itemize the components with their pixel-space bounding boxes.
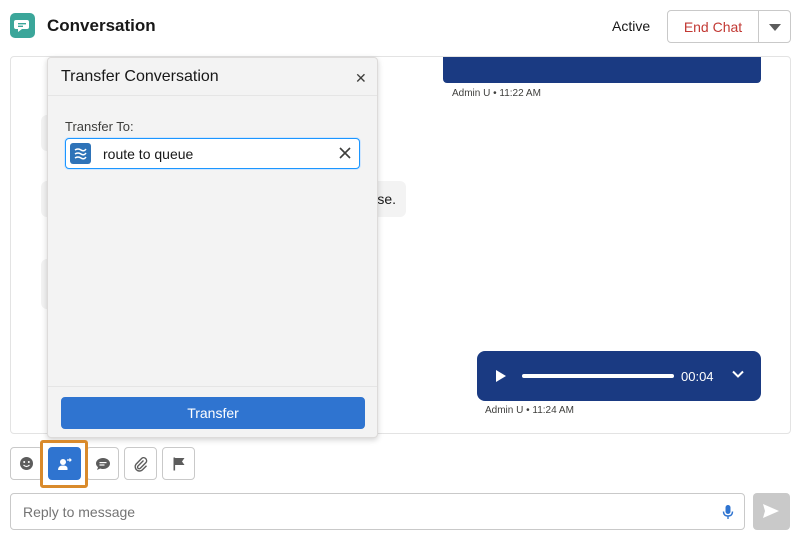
panel-header: Transfer Conversation ✕: [48, 58, 377, 96]
transfer-to-label: Transfer To:: [65, 119, 134, 134]
conversation-icon: [10, 13, 35, 38]
message-meta: Admin U • 11:24 AM: [485, 405, 574, 416]
end-chat-button[interactable]: End Chat: [668, 11, 759, 42]
queue-icon: [70, 143, 91, 164]
clear-icon[interactable]: [338, 146, 352, 160]
transfer-icon: [58, 458, 72, 470]
audio-duration: 00:04: [681, 369, 714, 384]
emoji-button[interactable]: [10, 447, 43, 480]
more-actions-button[interactable]: [759, 11, 790, 42]
message-text: se.: [377, 191, 396, 207]
attachment-button[interactable]: [124, 447, 157, 480]
outgoing-message-bubble: [443, 57, 761, 83]
transfer-to-lookup[interactable]: route to queue: [65, 138, 360, 169]
send-button[interactable]: [753, 493, 790, 530]
chevron-down-icon[interactable]: [731, 367, 745, 381]
close-icon[interactable]: ✕: [355, 71, 367, 85]
emoji-icon: [20, 457, 33, 470]
transfer-button[interactable]: [48, 447, 81, 480]
transfer-button[interactable]: Transfer: [61, 397, 365, 429]
end-chat-button-group: End Chat: [667, 10, 791, 43]
chevron-down-icon: [769, 24, 781, 31]
reply-box: [10, 493, 745, 530]
reply-input[interactable]: [11, 494, 701, 529]
play-icon[interactable]: [496, 370, 506, 382]
quick-text-icon: [96, 458, 110, 470]
panel-footer: Transfer: [48, 386, 377, 438]
flag-button[interactable]: [162, 447, 195, 480]
quick-text-button[interactable]: [86, 447, 119, 480]
selected-queue-value: route to queue: [103, 146, 194, 162]
microphone-icon[interactable]: [721, 504, 735, 520]
status-label: Active: [612, 18, 651, 34]
attachment-icon: [134, 457, 148, 472]
transfer-conversation-panel: Transfer Conversation ✕ Transfer To: rou…: [47, 57, 378, 438]
message-meta: Admin U • 11:22 AM: [452, 88, 541, 99]
send-icon: [763, 504, 779, 518]
page-title: Conversation: [47, 16, 156, 35]
header: Conversation Active End Chat: [0, 0, 800, 52]
panel-title: Transfer Conversation: [61, 68, 219, 85]
flag-icon: [173, 457, 185, 471]
audio-progress-track[interactable]: [522, 374, 674, 378]
audio-message: 00:04: [477, 351, 761, 401]
